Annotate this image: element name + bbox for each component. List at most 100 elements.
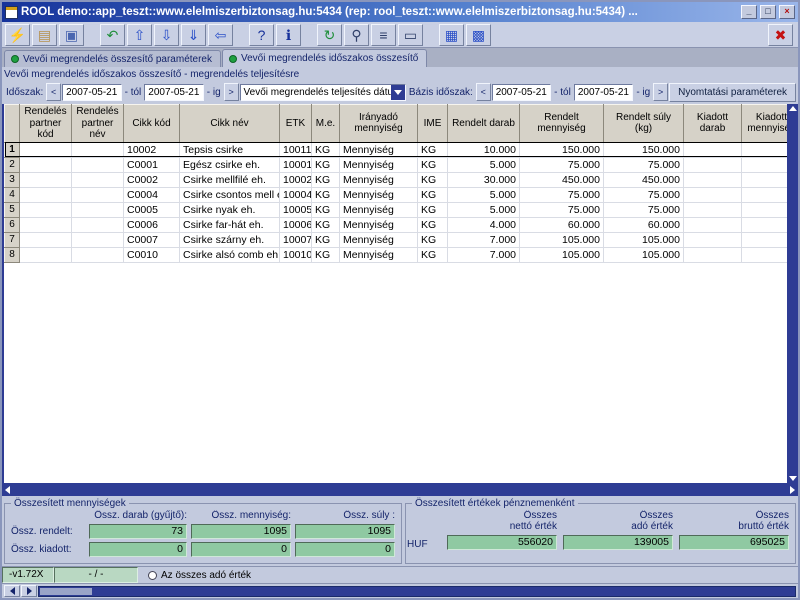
table-row[interactable]: 6C0006Csirke far-hát eh.10006KGMennyiség…	[5, 217, 788, 232]
cell[interactable]: Tepsis csirke	[180, 142, 280, 157]
cell[interactable]: 450.000	[604, 172, 684, 187]
cell[interactable]: 7.000	[448, 232, 520, 247]
cell[interactable]: 150.000	[604, 142, 684, 157]
cell[interactable]: KG	[312, 157, 340, 172]
cell[interactable]: C0006	[124, 217, 180, 232]
cell[interactable]: 10001	[280, 157, 312, 172]
cell[interactable]: C0002	[124, 172, 180, 187]
execute-button[interactable]: ⚡	[5, 24, 30, 46]
maximize-button[interactable]: □	[760, 5, 776, 19]
save-button[interactable]: ▣	[59, 24, 84, 46]
table-row[interactable]: 110002Tepsis csirke10011KGMennyiségKG10.…	[5, 142, 788, 157]
row-number[interactable]: 2	[5, 157, 20, 172]
cell[interactable]: Csirke szárny eh.	[180, 232, 280, 247]
cell[interactable]: KG	[418, 187, 448, 202]
cell[interactable]: 75.000	[604, 187, 684, 202]
cell[interactable]	[20, 202, 72, 217]
vertical-scrollbar[interactable]	[787, 104, 798, 483]
cell[interactable]: 10007	[280, 232, 312, 247]
cell[interactable]: 450.000	[520, 172, 604, 187]
cell[interactable]: 105.000	[604, 232, 684, 247]
cell[interactable]	[742, 202, 788, 217]
undo-button[interactable]: ↶	[100, 24, 125, 46]
cell[interactable]	[72, 157, 124, 172]
cell[interactable]: 5.000	[448, 157, 520, 172]
list-button[interactable]: ≡	[371, 24, 396, 46]
first-record-button[interactable]: ⇧	[127, 24, 152, 46]
info-button[interactable]: ℹ	[276, 24, 301, 46]
cell[interactable]	[20, 187, 72, 202]
dropdown-arrow-icon[interactable]	[391, 85, 405, 100]
cell[interactable]: KG	[312, 247, 340, 262]
row-number[interactable]: 5	[5, 202, 20, 217]
cell[interactable]: 75.000	[604, 202, 684, 217]
cell[interactable]: 10002	[280, 172, 312, 187]
last-record-button[interactable]: ⇓	[181, 24, 206, 46]
cell[interactable]: Mennyiség	[340, 172, 418, 187]
period-to-field[interactable]: 2007-05-21	[144, 84, 203, 101]
cell[interactable]: 105.000	[604, 247, 684, 262]
open-button[interactable]: ▤	[32, 24, 57, 46]
grid-button[interactable]: ▩	[466, 24, 491, 46]
chart-button[interactable]: ▦	[439, 24, 464, 46]
period-prev-button[interactable]: <	[46, 83, 61, 101]
base-to-field[interactable]: 2007-05-21	[574, 84, 633, 101]
cell[interactable]	[72, 247, 124, 262]
base-next-button[interactable]: >	[653, 83, 668, 101]
cell[interactable]: Csirke nyak eh.	[180, 202, 280, 217]
cell[interactable]: C0007	[124, 232, 180, 247]
cell[interactable]	[72, 202, 124, 217]
table-row[interactable]: 5C0005Csirke nyak eh.10005KGMennyiségKG5…	[5, 202, 788, 217]
cell[interactable]: 7.000	[448, 247, 520, 262]
cell[interactable]: 4.000	[448, 217, 520, 232]
cell[interactable]	[72, 172, 124, 187]
cell[interactable]	[684, 172, 742, 187]
cell[interactable]: 10011	[280, 142, 312, 157]
period-next-button[interactable]: >	[224, 83, 239, 101]
cell[interactable]: C0005	[124, 202, 180, 217]
back-button[interactable]: ⇦	[208, 24, 233, 46]
refresh-button[interactable]: ↻	[317, 24, 342, 46]
cell[interactable]: Mennyiség	[340, 217, 418, 232]
cell[interactable]: KG	[418, 232, 448, 247]
cell[interactable]: 30.000	[448, 172, 520, 187]
print-params-button[interactable]: Nyomtatási paraméterek	[669, 83, 796, 102]
cell[interactable]	[72, 232, 124, 247]
bottom-scroll-track[interactable]	[38, 586, 796, 597]
cell[interactable]: Mennyiség	[340, 142, 418, 157]
cell[interactable]: Egész csirke eh.	[180, 157, 280, 172]
cell[interactable]: 5.000	[448, 187, 520, 202]
table-row[interactable]: 7C0007Csirke szárny eh.10007KGMennyiségK…	[5, 232, 788, 247]
cell[interactable]: 75.000	[520, 202, 604, 217]
column-header[interactable]: Rendelt súly (kg)	[604, 105, 684, 143]
scroll-left-icon[interactable]	[5, 486, 10, 494]
table-row[interactable]: 2C0001Egész csirke eh.10001KGMennyiségKG…	[5, 157, 788, 172]
scroll-right-icon[interactable]	[790, 486, 795, 494]
cell[interactable]	[20, 247, 72, 262]
cell[interactable]: 10002	[124, 142, 180, 157]
column-header[interactable]: Rendelés partner kód	[20, 105, 72, 143]
cell[interactable]	[72, 142, 124, 157]
row-number[interactable]: 7	[5, 232, 20, 247]
cell[interactable]: KG	[312, 142, 340, 157]
bottom-scroll-left-button[interactable]	[4, 585, 20, 597]
bottom-scroll-right-button[interactable]	[21, 585, 37, 597]
row-number[interactable]: 8	[5, 247, 20, 262]
date-type-select[interactable]: Vevői megrendelés teljesítés dátum	[240, 84, 406, 101]
minimize-button[interactable]: _	[741, 5, 757, 19]
cell[interactable]: 10004	[280, 187, 312, 202]
table-row[interactable]: 3C0002Csirke mellfilé eh.10002KGMennyisé…	[5, 172, 788, 187]
column-header[interactable]: Kiadott darab	[684, 105, 742, 143]
cell[interactable]: 150.000	[520, 142, 604, 157]
cell[interactable]: KG	[312, 187, 340, 202]
column-header[interactable]: ETK	[280, 105, 312, 143]
tab-1[interactable]: Vevői megrendelés összesítő paraméterek	[4, 50, 221, 67]
cell[interactable]: Csirke csontos mell eh.	[180, 187, 280, 202]
cell[interactable]: 75.000	[520, 157, 604, 172]
cell[interactable]: 10010	[280, 247, 312, 262]
bottom-scroll-thumb[interactable]	[40, 588, 92, 595]
cell[interactable]: 60.000	[520, 217, 604, 232]
column-header[interactable]: M.e.	[312, 105, 340, 143]
cell[interactable]	[742, 172, 788, 187]
cell[interactable]: Mennyiség	[340, 247, 418, 262]
